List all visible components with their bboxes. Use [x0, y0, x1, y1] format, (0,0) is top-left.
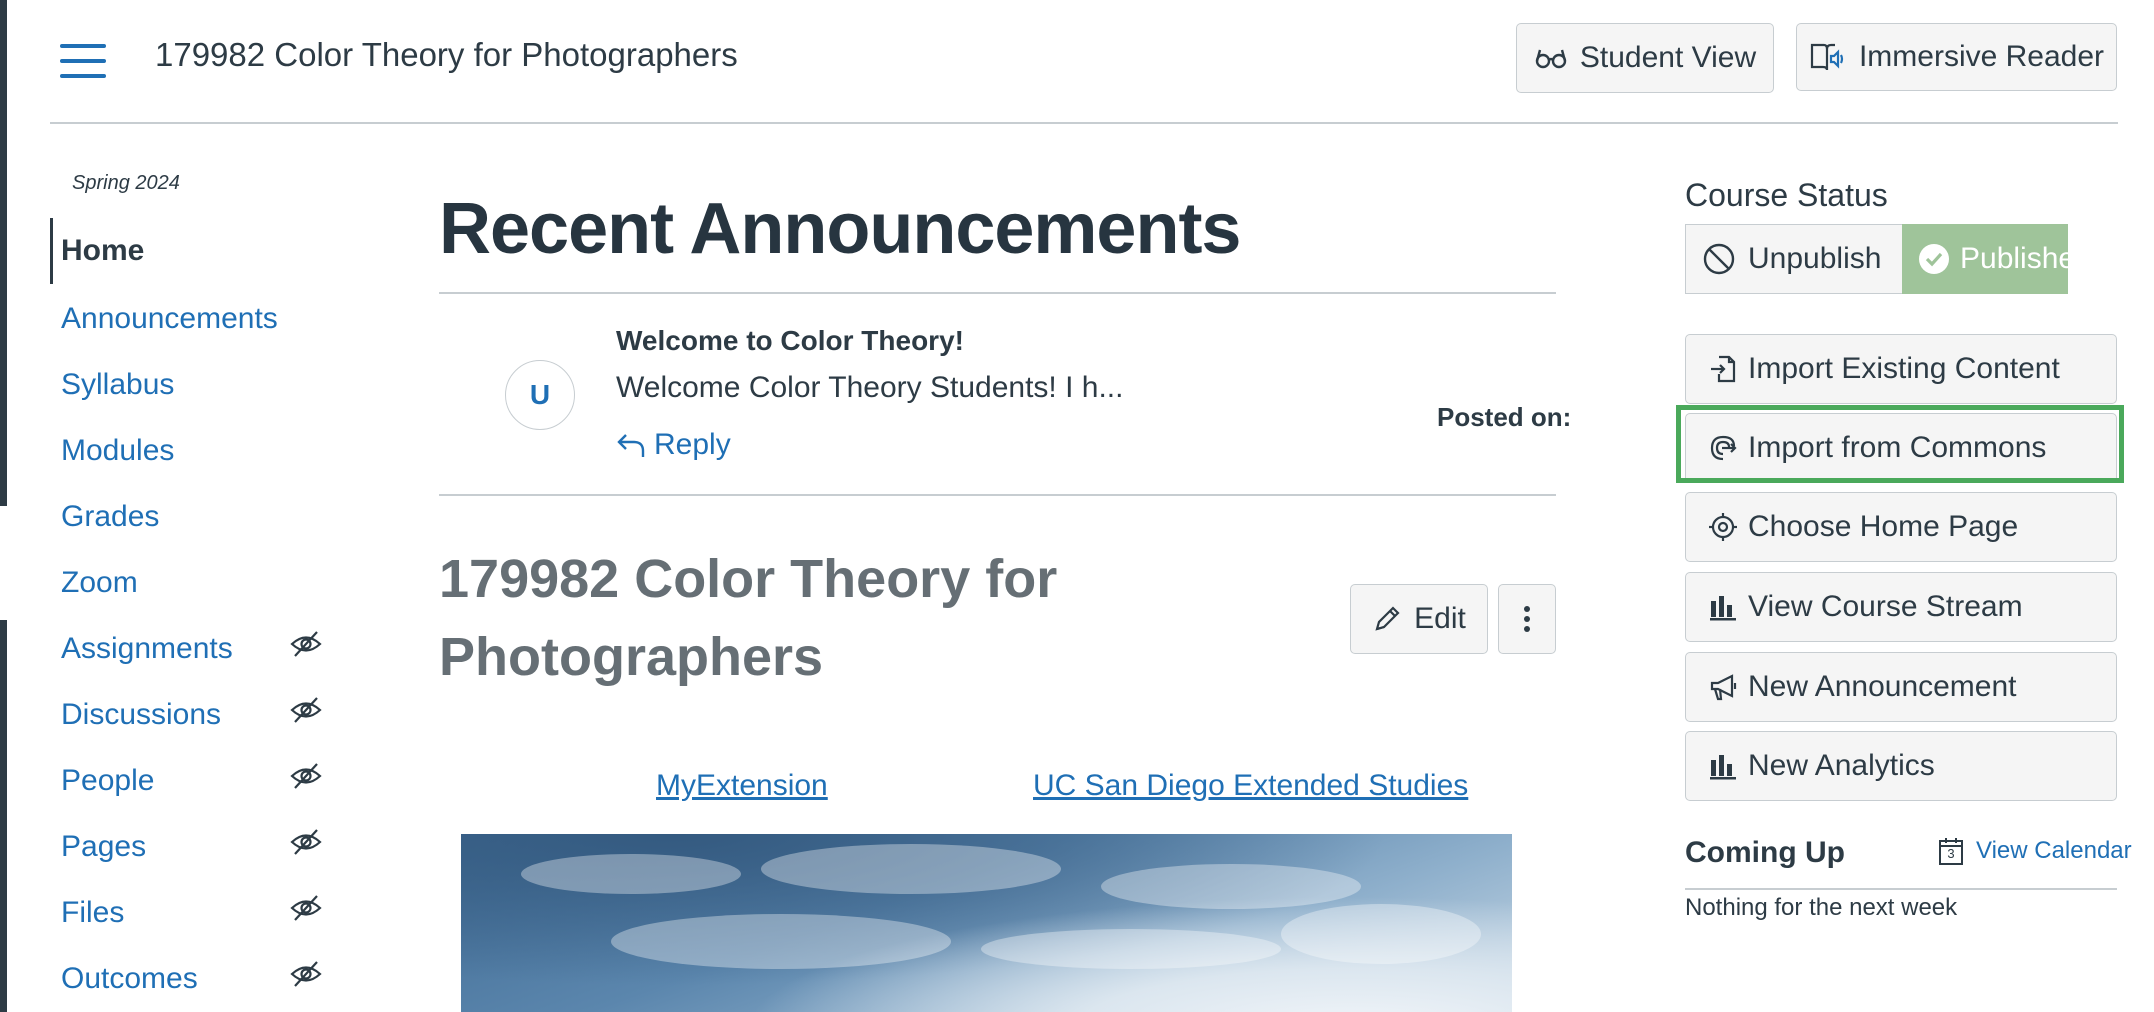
check-circle-icon — [1918, 243, 1950, 275]
immersive-reader-button[interactable]: Immersive Reader — [1796, 23, 2117, 91]
bar-chart-icon — [1708, 592, 1738, 622]
hidden-eye-icon — [290, 960, 322, 988]
edit-label: Edit — [1414, 602, 1466, 635]
hamburger-menu-icon[interactable] — [60, 44, 106, 78]
unpublish-icon — [1702, 242, 1736, 276]
glasses-icon — [1534, 47, 1568, 69]
posted-on-label: Posted on: — [1437, 402, 1572, 432]
left-edge-bar — [0, 0, 7, 506]
view-calendar-label: View Calendar — [1976, 837, 2132, 864]
coming-up-divider — [1685, 888, 2117, 890]
announcement-title[interactable]: Welcome to Color Theory! — [616, 325, 964, 357]
import-existing-content-label: Import Existing Content — [1748, 352, 2060, 385]
highlight-box — [1676, 405, 2124, 483]
hidden-eye-icon — [290, 894, 322, 922]
reply-label: Reply — [654, 428, 731, 461]
announcement-snippet: Welcome Color Theory Students! I h... — [616, 371, 1124, 404]
published-button[interactable]: Published — [1902, 224, 2092, 294]
sky-banner-image — [461, 834, 1512, 1012]
course-status-title: Course Status — [1685, 177, 1888, 213]
page-title: 179982 Color Theory for Photographers — [439, 549, 1058, 687]
megaphone-icon — [1708, 672, 1738, 702]
immersive-reader-label: Immersive Reader — [1858, 40, 2105, 73]
avatar: U — [505, 360, 575, 430]
active-nav-indicator — [50, 218, 53, 284]
reply-link[interactable]: Reply — [616, 428, 731, 462]
nav-item-modules[interactable]: Modules — [61, 434, 174, 468]
nav-item-home[interactable]: Home — [61, 234, 144, 268]
view-course-stream-label: View Course Stream — [1748, 590, 2023, 623]
reply-arrow-icon — [616, 432, 646, 458]
new-announcement-label: New Announcement — [1748, 670, 2017, 703]
header-divider — [50, 122, 2118, 124]
nav-item-announcements[interactable]: Announcements — [61, 302, 278, 336]
published-label: Published — [1960, 242, 2092, 275]
coming-up-title: Coming Up — [1685, 836, 1845, 869]
unpublish-button[interactable]: Unpublish — [1685, 224, 1902, 294]
student-view-button[interactable]: Student View — [1516, 23, 1774, 93]
nav-item-pages[interactable]: Pages — [61, 830, 146, 864]
calendar-day-number: 3 — [1947, 846, 1955, 861]
myextension-link[interactable]: MyExtension — [656, 769, 828, 803]
nav-item-files[interactable]: Files — [61, 896, 124, 930]
nav-item-zoom[interactable]: Zoom — [61, 566, 138, 600]
edit-button[interactable]: Edit — [1350, 584, 1488, 654]
new-announcement-button[interactable]: New Announcement — [1685, 652, 2117, 722]
hidden-eye-icon — [290, 762, 322, 790]
nav-item-people[interactable]: People — [61, 764, 154, 798]
bar-chart-icon — [1708, 751, 1738, 781]
view-course-stream-button[interactable]: View Course Stream — [1685, 572, 2117, 642]
hidden-eye-icon — [290, 630, 322, 658]
nav-item-syllabus[interactable]: Syllabus — [61, 368, 174, 402]
nav-item-grades[interactable]: Grades — [61, 500, 159, 534]
more-options-button[interactable] — [1498, 584, 1556, 654]
student-view-label: Student View — [1579, 41, 1757, 74]
announcements-bottom-divider — [439, 494, 1556, 496]
unpublish-label: Unpublish — [1748, 242, 1882, 275]
nav-item-outcomes[interactable]: Outcomes — [61, 962, 198, 996]
kebab-menu-icon — [1523, 605, 1531, 633]
calendar-icon: 3 — [1938, 836, 1964, 866]
term-label: Spring 2024 — [72, 172, 180, 194]
view-calendar-link[interactable]: 3 View Calendar — [1938, 836, 2132, 866]
immersive-reader-icon — [1809, 40, 1847, 74]
import-existing-content-button[interactable]: Import Existing Content — [1685, 334, 2117, 404]
target-icon — [1708, 512, 1738, 542]
hidden-eye-icon — [290, 696, 322, 724]
course-title: 179982 Color Theory for Photographers — [155, 36, 738, 73]
recent-announcements-title: Recent Announcements — [439, 189, 1241, 269]
nav-item-assignments[interactable]: Assignments — [61, 632, 233, 666]
left-edge-bar — [0, 620, 7, 1012]
nav-item-discussions[interactable]: Discussions — [61, 698, 221, 732]
announcements-top-divider — [439, 292, 1556, 294]
hidden-eye-icon — [290, 828, 322, 856]
choose-home-page-button[interactable]: Choose Home Page — [1685, 492, 2117, 562]
coming-up-empty-text: Nothing for the next week — [1685, 894, 1958, 921]
new-analytics-button[interactable]: New Analytics — [1685, 731, 2117, 801]
new-analytics-label: New Analytics — [1748, 749, 1935, 782]
import-icon — [1708, 354, 1738, 384]
choose-home-page-label: Choose Home Page — [1748, 510, 2019, 543]
pencil-icon — [1372, 604, 1402, 634]
ucsd-extended-studies-link[interactable]: UC San Diego Extended Studies — [1033, 769, 1468, 803]
